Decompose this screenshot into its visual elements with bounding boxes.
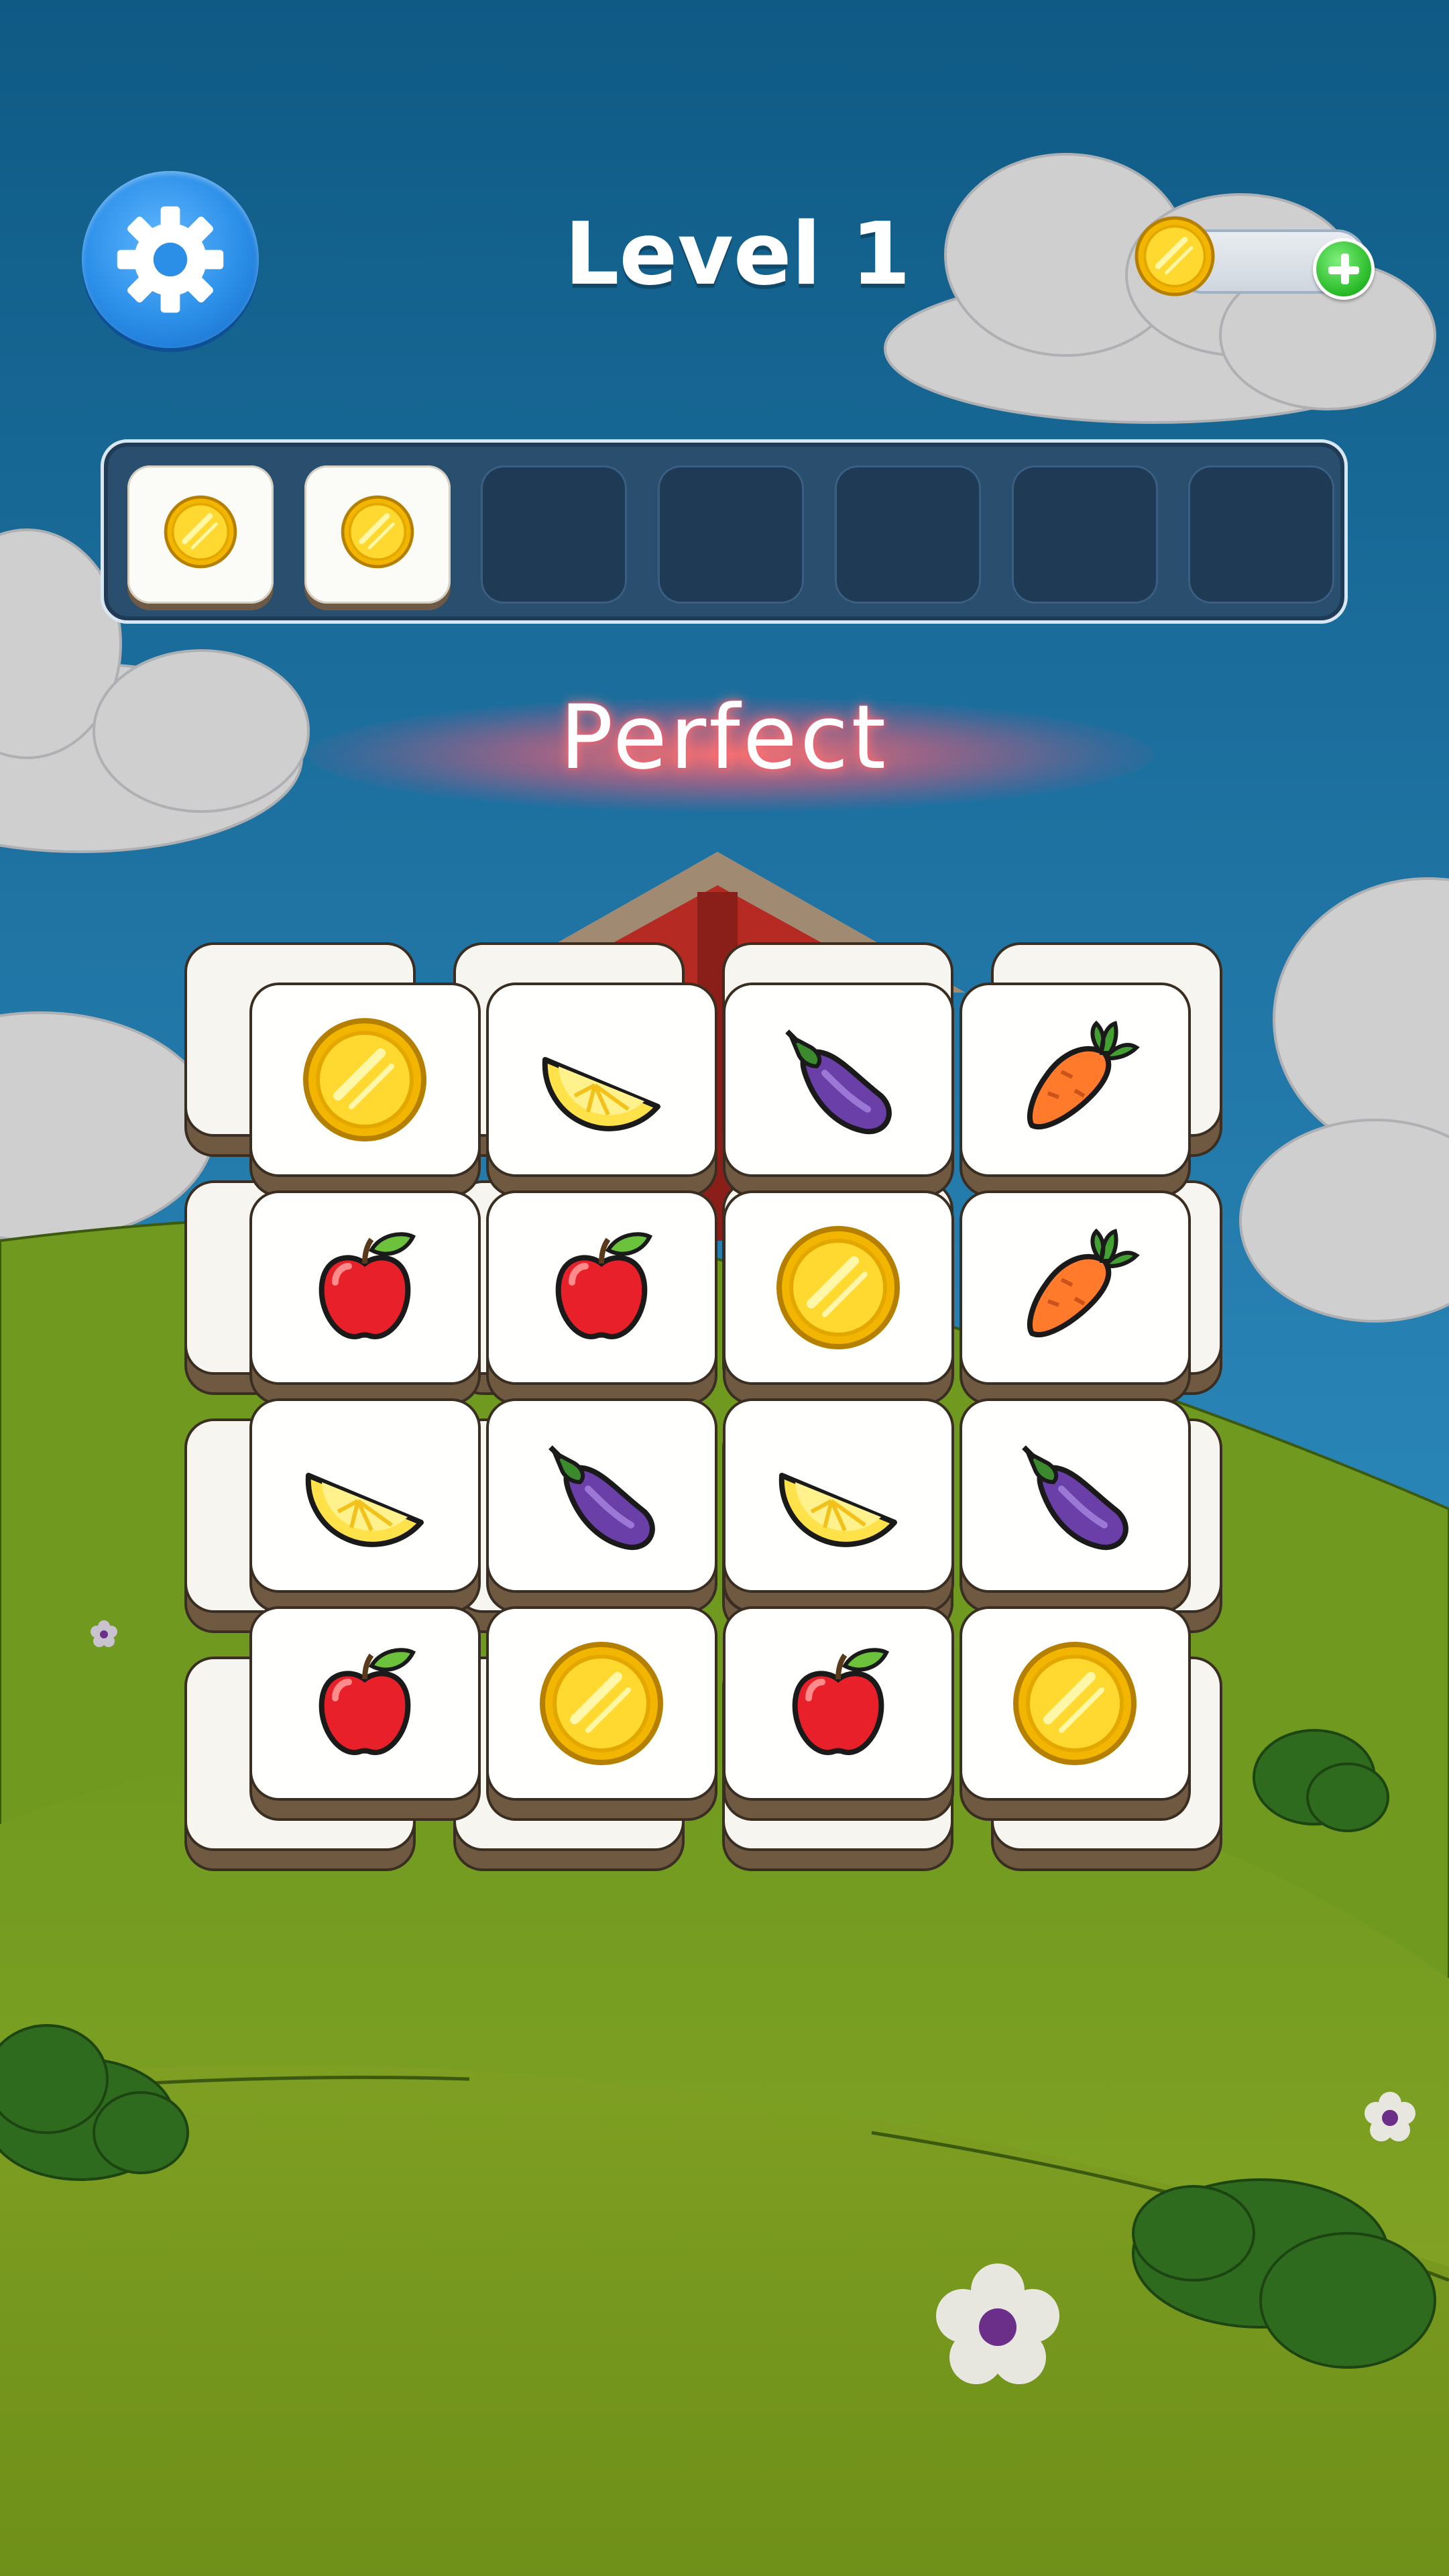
lemon-icon <box>778 1473 897 1547</box>
apple-icon <box>318 1648 416 1755</box>
tile-coin[interactable] <box>486 1606 717 1821</box>
tile-lemon[interactable] <box>486 983 717 1197</box>
tile-lemon[interactable] <box>723 1398 954 1613</box>
coin-icon <box>776 1226 900 1349</box>
eggplant-icon <box>1022 1445 1128 1551</box>
tile-coin[interactable] <box>960 1606 1191 1821</box>
tile-coin[interactable] <box>723 1190 954 1405</box>
apple-icon <box>318 1232 416 1339</box>
tile-carrot[interactable] <box>960 983 1191 1197</box>
tile-coin[interactable] <box>249 983 481 1197</box>
eggplant-icon <box>785 1029 892 1135</box>
tile-eggplant[interactable] <box>486 1398 717 1613</box>
carrot-icon <box>1027 1020 1140 1130</box>
coin-icon <box>540 1642 663 1765</box>
tile-apple[interactable] <box>486 1190 717 1405</box>
coin-icon <box>1013 1642 1137 1765</box>
apple-icon <box>555 1232 653 1339</box>
tile-apple[interactable] <box>249 1606 481 1821</box>
carrot-icon <box>1027 1228 1140 1338</box>
lemon-icon <box>305 1473 424 1547</box>
tile-carrot[interactable] <box>960 1190 1191 1405</box>
apple-icon <box>792 1648 890 1755</box>
tile-apple[interactable] <box>249 1190 481 1405</box>
eggplant-icon <box>548 1445 655 1551</box>
tile-eggplant[interactable] <box>723 983 954 1197</box>
coin-icon <box>303 1018 426 1141</box>
tile-apple[interactable] <box>723 1606 954 1821</box>
tile-eggplant[interactable] <box>960 1398 1191 1613</box>
tile-lemon[interactable] <box>249 1398 481 1613</box>
lemon-icon <box>542 1057 660 1131</box>
tile-board <box>0 0 1449 2576</box>
